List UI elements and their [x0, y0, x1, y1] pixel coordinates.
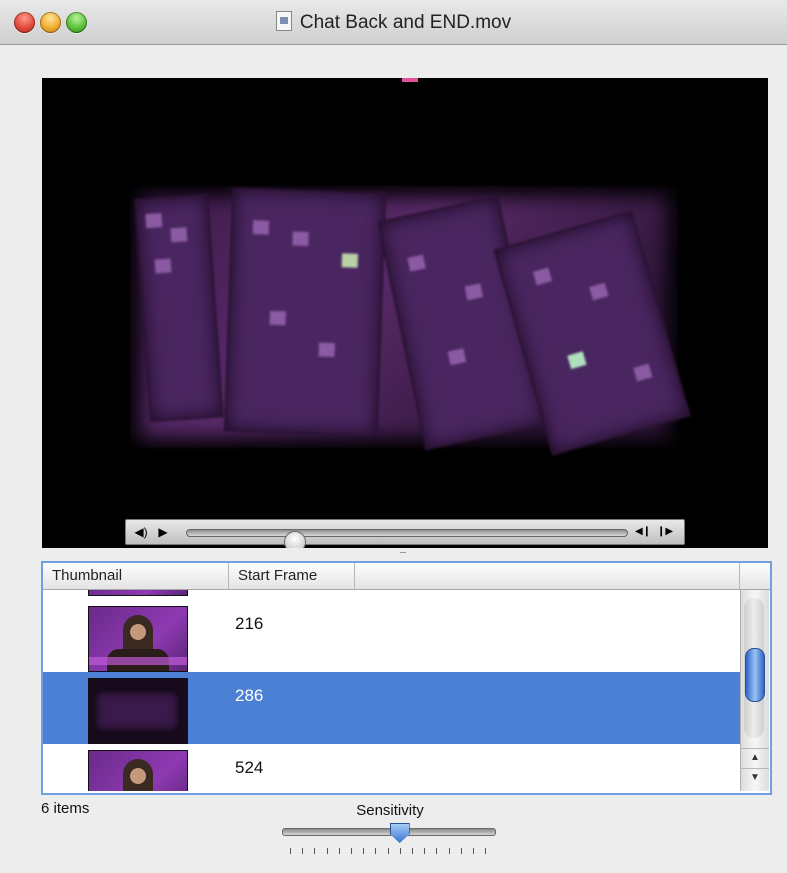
- slider-tick: [473, 848, 474, 854]
- slider-tick: [314, 848, 316, 854]
- step-forward-icon[interactable]: ❙▶: [656, 524, 674, 540]
- table-header: Thumbnail Start Frame: [43, 563, 770, 590]
- video-view[interactable]: ◀) ▶ ◀❙ ❙▶: [42, 78, 768, 548]
- playhead-knob[interactable]: [283, 531, 306, 548]
- scroll-thumb[interactable]: [745, 648, 765, 702]
- column-header-thumbnail[interactable]: Thumbnail: [43, 563, 229, 589]
- start-frame-value: 524: [235, 758, 264, 777]
- slider-tick: [375, 848, 377, 854]
- play-icon[interactable]: ▶: [156, 524, 170, 540]
- slider-tick: [424, 848, 426, 854]
- frame-building: [134, 193, 224, 423]
- split-view-grip[interactable]: [400, 552, 406, 557]
- slider-tick: [351, 848, 352, 854]
- slider-tick: [485, 848, 487, 854]
- document-icon: [275, 11, 292, 31]
- speaker-icon[interactable]: ◀): [132, 524, 150, 540]
- video-frame-content: [130, 186, 691, 456]
- table-rows: 216 286 524: [43, 590, 740, 791]
- start-frame-value: 286: [235, 686, 264, 705]
- slider-tick: [399, 848, 401, 854]
- window-title-area: Chat Back and END.mov: [0, 11, 787, 34]
- title-bar[interactable]: Chat Back and END.mov: [0, 0, 787, 45]
- thumbnail-scene: [95, 691, 179, 731]
- table-row[interactable]: 524: [43, 744, 740, 791]
- thumbnail-image: [88, 678, 188, 744]
- thumbnail-image: [88, 750, 188, 791]
- column-header-filler: [355, 563, 740, 589]
- table-row-selected[interactable]: 286: [43, 672, 740, 744]
- video-artifact: [402, 78, 418, 82]
- slider-tick: [326, 848, 328, 854]
- scroll-up-icon[interactable]: ▲: [741, 748, 769, 767]
- slider-tick: [448, 848, 450, 854]
- slider-tick: [412, 848, 413, 854]
- slider-tick: [338, 848, 340, 854]
- slider-tick: [302, 848, 304, 854]
- sensitivity-slider[interactable]: [282, 823, 496, 843]
- playback-controller: ◀) ▶ ◀❙ ❙▶: [125, 519, 685, 548]
- slider-tick: [460, 848, 462, 854]
- sensitivity-ticks: [290, 848, 490, 856]
- scene-table[interactable]: Thumbnail Start Frame 216 286 524 ▲ ▼: [41, 561, 772, 795]
- thumbnail-band: [89, 657, 187, 665]
- item-count: 6 items: [41, 800, 90, 817]
- thumbnail-image: [88, 590, 188, 596]
- slider-tick: [290, 848, 291, 854]
- frame-building: [223, 187, 387, 437]
- scroll-down-icon[interactable]: ▼: [741, 768, 769, 787]
- slider-tick: [387, 848, 389, 854]
- sensitivity-label: Sensitivity: [356, 802, 424, 819]
- start-frame-value: 216: [235, 614, 264, 633]
- window-title: Chat Back and END.mov: [299, 12, 512, 33]
- thumbnail-face: [130, 624, 146, 640]
- slider-tick: [436, 848, 438, 854]
- thumbnail-image: [88, 606, 188, 672]
- step-back-icon[interactable]: ◀❙: [634, 524, 652, 540]
- slider-tick: [363, 848, 365, 854]
- vertical-scrollbar[interactable]: ▲ ▼: [740, 590, 769, 791]
- thumbnail-face: [130, 768, 146, 784]
- sensitivity-slider-knob[interactable]: [389, 823, 410, 843]
- movie-window: Chat Back and END.mov ◀) ▶ ◀❙ ❙▶ Thumbna…: [0, 0, 787, 873]
- table-row-partial[interactable]: [43, 590, 740, 600]
- column-header-start-frame[interactable]: Start Frame: [229, 563, 355, 589]
- table-row[interactable]: 216: [43, 600, 740, 672]
- playback-scrubber[interactable]: [186, 529, 628, 548]
